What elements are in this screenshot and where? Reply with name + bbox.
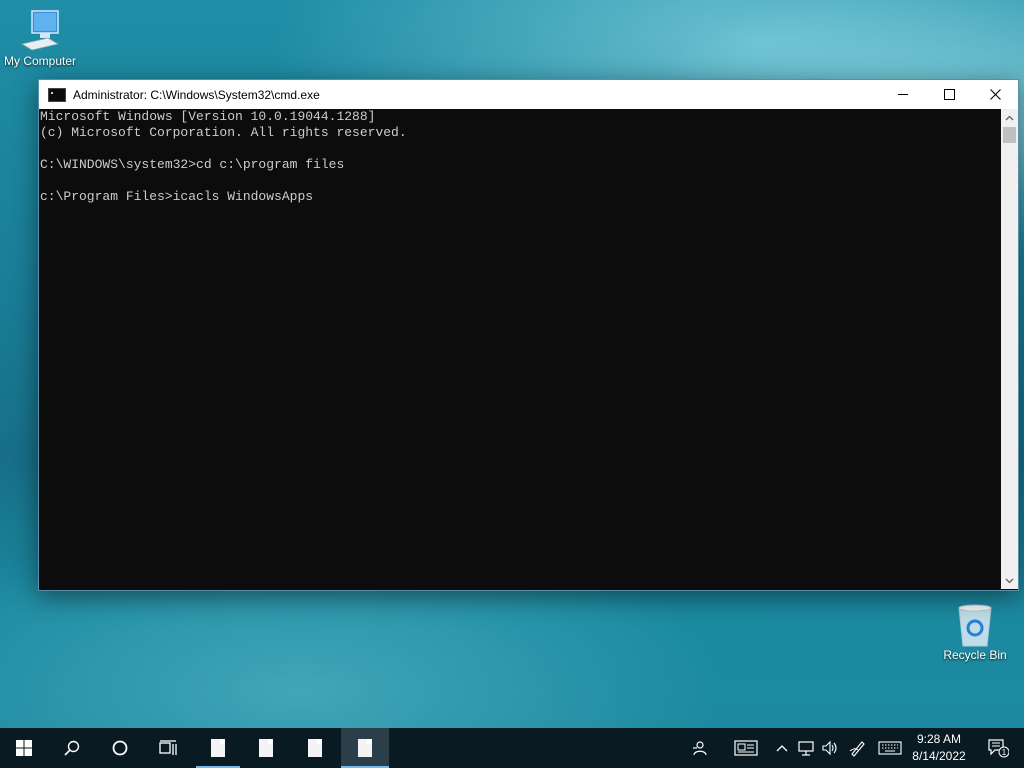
windows-logo-icon [16, 740, 32, 756]
console-line: c:\Program Files>icacls WindowsApps [40, 189, 314, 204]
chevron-up-icon [776, 745, 788, 752]
desktop-icon-label: My Computer [3, 54, 77, 68]
search-button[interactable] [48, 728, 96, 768]
taskbar-app-1[interactable] [196, 728, 240, 768]
computer-icon [20, 10, 60, 51]
document-icon [259, 739, 273, 757]
pen-workspace-button[interactable] [846, 728, 870, 768]
clock[interactable]: 9:28 AM 8/14/2022 [906, 728, 972, 768]
minimize-button[interactable] [880, 80, 926, 109]
keyboard-icon [878, 741, 902, 755]
cortana-button[interactable] [96, 728, 144, 768]
document-icon [358, 739, 372, 757]
console-line: (c) Microsoft Corporation. All rights re… [40, 125, 407, 140]
notification-center-icon: 1 [988, 739, 1009, 758]
taskbar: 9:28 AM 8/14/2022 1 [0, 728, 1024, 768]
title-bar[interactable]: Administrator: C:\Windows\System32\cmd.e… [39, 80, 1018, 109]
document-icon [308, 739, 322, 757]
search-icon [64, 740, 80, 756]
cortana-circle-icon [112, 740, 128, 756]
volume-icon [822, 740, 837, 756]
volume-button[interactable] [820, 728, 842, 768]
news-icon [734, 740, 758, 756]
window-title: Administrator: C:\Windows\System32\cmd.e… [73, 87, 320, 102]
maximize-button[interactable] [926, 80, 972, 109]
clock-date: 8/14/2022 [912, 749, 966, 763]
console-line: Microsoft Windows [Version 10.0.19044.12… [40, 109, 376, 124]
vertical-scrollbar[interactable] [1001, 109, 1018, 589]
taskbar-app-3[interactable] [293, 728, 337, 768]
desktop-icon-recycle-bin[interactable]: Recycle Bin [935, 602, 1015, 662]
chevron-up-icon [1005, 115, 1014, 120]
desktop-icon-my-computer[interactable]: My Computer [0, 8, 80, 68]
start-button[interactable] [0, 728, 48, 768]
taskbar-app-2[interactable] [244, 728, 288, 768]
network-button[interactable] [796, 728, 818, 768]
maximize-icon [943, 89, 955, 100]
notification-count: 1 [1002, 748, 1007, 757]
people-button[interactable] [684, 728, 714, 768]
chevron-down-icon [1005, 578, 1014, 583]
scroll-down-button[interactable] [1001, 572, 1018, 589]
task-view-icon [159, 740, 177, 755]
cmd-app-icon [48, 87, 66, 102]
recycle-bin-icon [958, 604, 992, 647]
clock-time: 9:28 AM [916, 732, 962, 746]
scroll-up-button[interactable] [1001, 109, 1018, 126]
document-icon [211, 739, 225, 757]
notifications-button[interactable]: 1 [978, 728, 1018, 768]
close-icon [989, 89, 1001, 100]
taskbar-app-cmd[interactable] [341, 728, 389, 768]
news-button[interactable] [730, 728, 762, 768]
close-button[interactable] [972, 80, 1018, 109]
scroll-thumb[interactable] [1003, 127, 1016, 143]
minimize-icon [898, 94, 908, 95]
console-line: C:\WINDOWS\system32>cd c:\program files [40, 157, 345, 172]
show-hidden-icons-button[interactable] [772, 728, 792, 768]
task-view-button[interactable] [144, 728, 192, 768]
desktop-icon-label: Recycle Bin [943, 648, 1007, 662]
pen-icon [849, 741, 865, 757]
console-output[interactable]: Microsoft Windows [Version 10.0.19044.12… [39, 109, 1000, 589]
cmd-window[interactable]: Administrator: C:\Windows\System32\cmd.e… [38, 79, 1019, 591]
network-icon [798, 741, 814, 756]
touch-keyboard-button[interactable] [876, 728, 904, 768]
people-icon [693, 741, 707, 756]
